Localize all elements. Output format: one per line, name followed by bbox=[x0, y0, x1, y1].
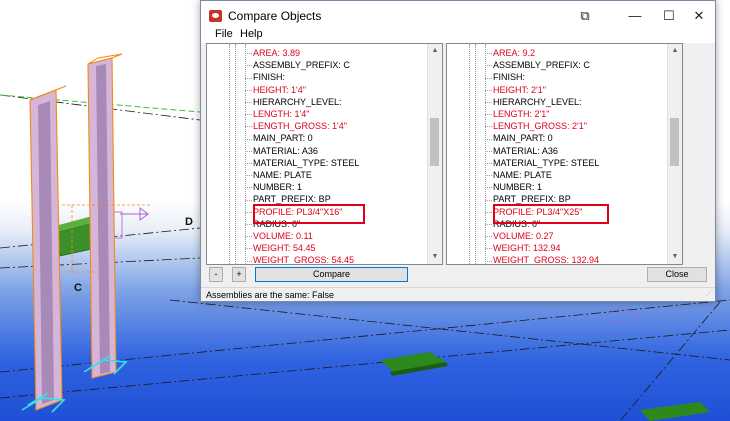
tree-guide-line bbox=[469, 44, 470, 264]
property-row[interactable]: NAME: PLATE bbox=[245, 169, 312, 181]
tree-guide-line bbox=[229, 44, 230, 264]
scroll-down-icon[interactable]: ▼ bbox=[668, 250, 682, 264]
property-row[interactable]: LENGTH: 2'1" bbox=[485, 108, 549, 120]
scroll-thumb[interactable] bbox=[670, 118, 679, 166]
property-row[interactable]: HEIGHT: 1'4" bbox=[245, 84, 306, 96]
property-row[interactable]: LENGTH_GROSS: 2'1" bbox=[485, 120, 587, 132]
scroll-thumb[interactable] bbox=[430, 118, 439, 166]
property-row[interactable]: WEIGHT_GROSS: 54.45 bbox=[245, 254, 354, 264]
property-row[interactable]: MAIN_PART: 0 bbox=[485, 132, 553, 144]
property-row[interactable]: ASSEMBLY_PREFIX: C bbox=[245, 59, 350, 71]
property-row[interactable]: MATERIAL: A36 bbox=[245, 145, 318, 157]
close-icon[interactable]: ✕ bbox=[687, 7, 711, 25]
grid-label-d: D bbox=[185, 216, 193, 228]
collapse-button[interactable]: - bbox=[209, 267, 223, 282]
profile-highlight-box bbox=[253, 204, 365, 224]
resize-grip-icon[interactable]: ⋰ bbox=[706, 287, 713, 301]
property-row[interactable]: MATERIAL: A36 bbox=[485, 145, 558, 157]
window-title: Compare Objects bbox=[228, 9, 322, 23]
property-row[interactable]: LENGTH: 1'4" bbox=[245, 108, 309, 120]
grid-label-c: C bbox=[74, 282, 82, 294]
property-row[interactable]: ASSEMBLY_PREFIX: C bbox=[485, 59, 590, 71]
profile-highlight-box bbox=[493, 204, 609, 224]
menu-help[interactable]: Help bbox=[240, 28, 263, 40]
menu-file[interactable]: File bbox=[215, 28, 233, 40]
property-row[interactable]: HEIGHT: 2'1" bbox=[485, 84, 546, 96]
left-scrollbar[interactable]: ▲ ▼ bbox=[427, 44, 442, 264]
close-button[interactable]: Close bbox=[647, 267, 707, 282]
property-row[interactable]: WEIGHT_GROSS: 132.94 bbox=[485, 254, 599, 264]
left-rows: AREA: 3.89 ASSEMBLY_PREFIX: C FINISH: HEIGH… bbox=[207, 44, 428, 264]
right-scrollbar[interactable]: ▲ ▼ bbox=[667, 44, 682, 264]
property-row[interactable]: WEIGHT: 54.45 bbox=[245, 242, 316, 254]
scroll-up-icon[interactable]: ▲ bbox=[428, 44, 442, 58]
tree-guide-line bbox=[235, 44, 236, 264]
property-row[interactable]: AREA: 9.2 bbox=[485, 47, 535, 59]
minimize-icon[interactable]: — bbox=[623, 7, 647, 25]
expand-button[interactable]: + bbox=[232, 267, 246, 282]
right-properties-tree[interactable]: AREA: 9.2 ASSEMBLY_PREFIX: C FINISH: HEIGHT… bbox=[446, 43, 683, 265]
property-row[interactable]: NUMBER: 1 bbox=[245, 181, 302, 193]
compare-button[interactable]: Compare bbox=[255, 267, 408, 282]
property-row[interactable]: AREA: 3.89 bbox=[245, 47, 300, 59]
property-row[interactable]: VOLUME: 0.11 bbox=[245, 230, 313, 242]
tekla-app-icon bbox=[209, 10, 222, 22]
property-row[interactable]: WEIGHT: 132.94 bbox=[485, 242, 561, 254]
restore-icon[interactable]: ⧉ bbox=[573, 7, 597, 25]
property-row[interactable]: MATERIAL_TYPE: STEEL bbox=[245, 157, 359, 169]
scroll-up-icon[interactable]: ▲ bbox=[668, 44, 682, 58]
maximize-icon[interactable]: ☐ bbox=[657, 7, 681, 25]
property-row[interactable]: LENGTH_GROSS: 1'4" bbox=[245, 120, 347, 132]
property-row[interactable]: NAME: PLATE bbox=[485, 169, 552, 181]
status-text: Assemblies are the same: False bbox=[206, 290, 335, 300]
menu-bar: File Help bbox=[201, 27, 715, 43]
left-properties-tree[interactable]: AREA: 3.89 ASSEMBLY_PREFIX: C FINISH: HEIGH… bbox=[206, 43, 443, 265]
property-row[interactable]: FINISH: bbox=[245, 71, 285, 83]
property-row[interactable]: HIERARCHY_LEVEL: bbox=[485, 96, 582, 108]
scroll-down-icon[interactable]: ▼ bbox=[428, 250, 442, 264]
property-row[interactable]: FINISH: bbox=[485, 71, 525, 83]
property-row[interactable]: HIERARCHY_LEVEL: bbox=[245, 96, 342, 108]
status-bar: Assemblies are the same: False ⋰ bbox=[201, 287, 715, 302]
property-row[interactable]: VOLUME: 0.27 bbox=[485, 230, 554, 242]
property-row[interactable]: MATERIAL_TYPE: STEEL bbox=[485, 157, 599, 169]
property-row[interactable]: MAIN_PART: 0 bbox=[245, 132, 313, 144]
compare-objects-window: Compare Objects ⧉ — ☐ ✕ File Help AREA: … bbox=[200, 0, 716, 302]
tree-guide-line bbox=[475, 44, 476, 264]
right-rows: AREA: 9.2 ASSEMBLY_PREFIX: C FINISH: HEIGHT… bbox=[447, 44, 668, 264]
property-row[interactable]: NUMBER: 1 bbox=[485, 181, 542, 193]
